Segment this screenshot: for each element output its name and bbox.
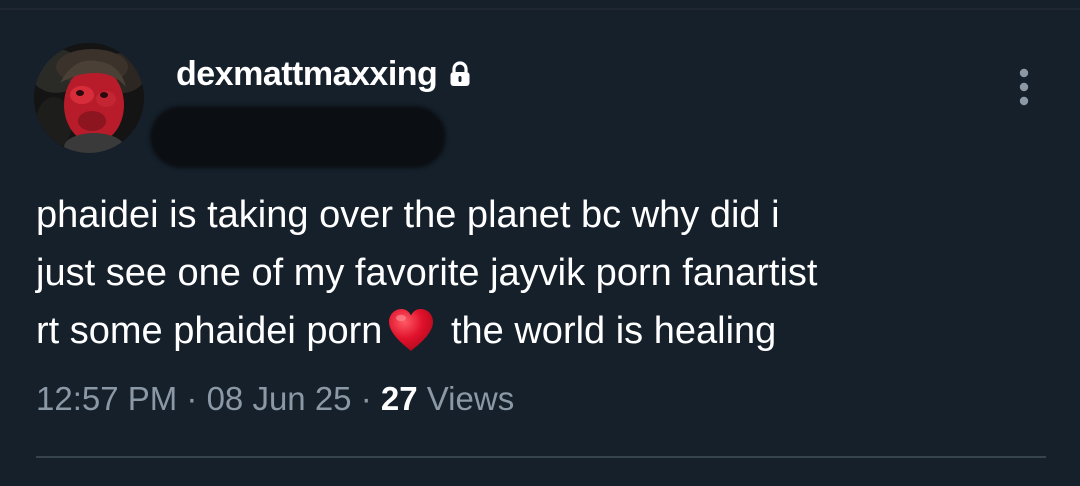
- tweet-detail-view: dexmattmaxxing phaidei is taking over th…: [0, 0, 1080, 486]
- bottom-divider: [36, 456, 1046, 458]
- meta-separator: ·: [351, 380, 381, 417]
- meta-separator: ·: [177, 380, 207, 417]
- author-name-row: dexmattmaxxing: [176, 54, 471, 94]
- tweet-time[interactable]: 12:57 PM: [36, 380, 177, 418]
- tweet-text-ending: the world is healing: [440, 310, 777, 352]
- lock-icon: [449, 61, 471, 87]
- views-label[interactable]: Views: [418, 380, 514, 418]
- tweet-metadata: 12:57 PM · 08 Jun 25 · 27 Views: [36, 374, 514, 424]
- top-divider: [0, 8, 1080, 10]
- more-options-button[interactable]: [1004, 62, 1044, 116]
- username[interactable]: dexmattmaxxing: [176, 54, 438, 94]
- tweet-text: phaidei is taking over the planet bc why…: [36, 186, 1056, 360]
- more-vertical-icon: [1019, 68, 1029, 106]
- avatar-image: [34, 43, 144, 153]
- redacted-handle: [150, 106, 446, 168]
- tweet-date[interactable]: 08 Jun 25: [207, 380, 352, 418]
- avatar[interactable]: [34, 43, 144, 153]
- red-heart-icon: [386, 307, 436, 353]
- views-count[interactable]: 27: [381, 380, 418, 418]
